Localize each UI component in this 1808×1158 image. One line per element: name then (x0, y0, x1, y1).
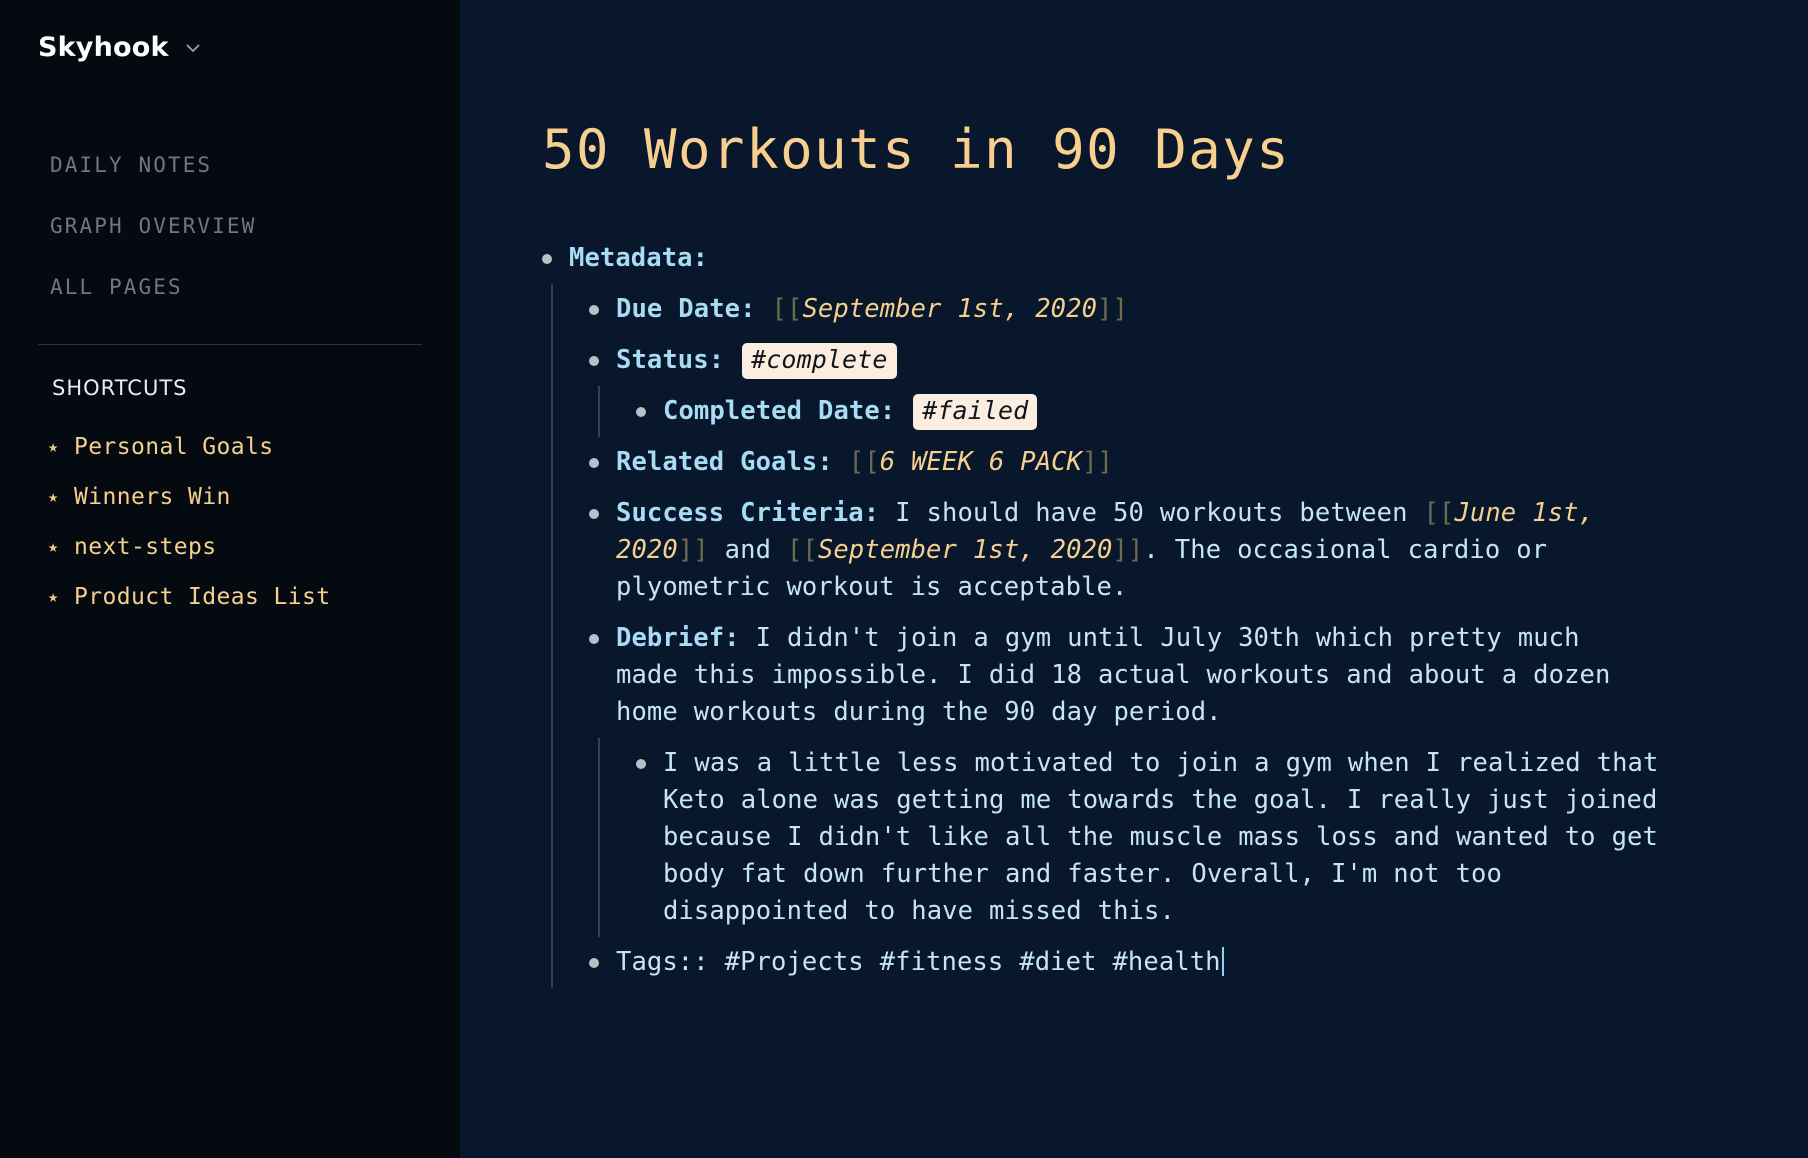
related-goals-label: Related Goals: (616, 447, 833, 477)
link-open-bracket: [[ (1423, 498, 1455, 528)
tags-text[interactable]: Tags:: #Projects #fitness #diet #health (616, 944, 1224, 981)
bullet-icon[interactable] (589, 356, 599, 366)
success-criteria-label: Success Criteria: (616, 498, 880, 528)
block-text[interactable]: Completed Date: #failed (663, 393, 1039, 430)
link-open-bracket: [[ (786, 535, 818, 565)
debrief-text: I didn't join a gym until July 30th whic… (616, 623, 1611, 727)
bullet-icon[interactable] (589, 509, 599, 519)
link-open-bracket: [[ (771, 294, 803, 324)
block-row[interactable]: Metadata: (542, 233, 1748, 284)
block-due-date: Due Date: [[September 1st, 2020]] (589, 284, 1748, 335)
block-row[interactable]: Debrief: I didn't join a gym until July … (589, 613, 1748, 738)
bullet-icon[interactable] (636, 759, 646, 769)
shortcut-item-winners-win[interactable]: ★ Winners Win (0, 472, 460, 522)
main-content: 50 Workouts in 90 Days Metadata: Due Dat… (460, 0, 1808, 1158)
link-close-bracket: ]] (1097, 294, 1128, 324)
block-completed-date: Completed Date: #failed (636, 386, 1748, 437)
sidebar-item-graph-overview[interactable]: GRAPH OVERVIEW (0, 196, 460, 257)
chevron-down-icon[interactable] (183, 38, 203, 58)
shortcuts-list: ★ Personal Goals ★ Winners Win ★ next-st… (0, 422, 460, 622)
shortcuts-header: SHORTCUTS (52, 376, 188, 400)
bullet-icon[interactable] (589, 458, 599, 468)
note-page: 50 Workouts in 90 Days Metadata: Due Dat… (460, 0, 1808, 988)
block-text[interactable]: Status: #complete (616, 342, 899, 379)
star-icon: ★ (48, 536, 59, 557)
sidebar-nav: DAILY NOTES GRAPH OVERVIEW ALL PAGES (0, 135, 460, 318)
page-link-september-1st-2020[interactable]: September 1st, 2020 (802, 294, 1097, 324)
status-label: Status: (616, 345, 725, 375)
block-related-goals: Related Goals: [[6 WEEK 6 PACK]] (589, 437, 1748, 488)
bullet-icon[interactable] (589, 958, 599, 968)
sidebar: Skyhook DAILY NOTES GRAPH OVERVIEW ALL P… (0, 0, 460, 1158)
block-row[interactable]: I was a little less motivated to join a … (636, 738, 1748, 937)
block-tags: Tags:: #Projects #fitness #diet #health (589, 937, 1748, 988)
block-row[interactable]: Completed Date: #failed (636, 386, 1748, 437)
tag-complete[interactable]: #complete (742, 343, 897, 379)
shortcut-label: Winners Win (74, 484, 231, 510)
text-cursor (1221, 947, 1224, 976)
link-open-bracket: [[ (848, 447, 880, 477)
page-title[interactable]: 50 Workouts in 90 Days (542, 118, 1748, 181)
shortcut-item-next-steps[interactable]: ★ next-steps (0, 522, 460, 572)
children-status: Completed Date: #failed (598, 386, 1748, 437)
metadata-label: Metadata: (569, 243, 709, 273)
block-row[interactable]: Tags:: #Projects #fitness #diet #health (589, 937, 1748, 988)
debrief-child-text[interactable]: I was a little less motivated to join a … (663, 745, 1673, 930)
shortcut-item-personal-goals[interactable]: ★ Personal Goals (0, 422, 460, 472)
block-row[interactable]: Due Date: [[September 1st, 2020]] (589, 284, 1748, 335)
page-link-september-1st-2020[interactable]: September 1st, 2020 (818, 535, 1113, 565)
sidebar-item-daily-notes[interactable]: DAILY NOTES (0, 135, 460, 196)
link-close-bracket: ]] (677, 535, 709, 565)
block-metadata: Metadata: Due Date: [[September 1st, 202… (542, 233, 1748, 988)
app-root: Skyhook DAILY NOTES GRAPH OVERVIEW ALL P… (0, 0, 1808, 1158)
debrief-label: Debrief: (616, 623, 740, 653)
block-debrief-note: I was a little less motivated to join a … (636, 738, 1748, 937)
star-icon: ★ (48, 486, 59, 507)
shortcut-label: Personal Goals (74, 434, 274, 460)
page-link-6-week-6-pack[interactable]: 6 WEEK 6 PACK (880, 447, 1082, 477)
success-criteria-text-2: and (708, 535, 787, 565)
block-text[interactable]: Related Goals: [[6 WEEK 6 PACK]] (616, 444, 1113, 481)
block-success-criteria: Success Criteria: I should have 50 worko… (589, 488, 1748, 613)
workspace-switcher[interactable]: Skyhook (0, 26, 460, 63)
children-metadata: Due Date: [[September 1st, 2020]] Status… (551, 284, 1748, 988)
bullet-icon[interactable] (636, 407, 646, 417)
bullet-icon[interactable] (589, 305, 599, 315)
success-criteria-text-1: I should have 50 workouts between (879, 498, 1424, 528)
shortcut-item-product-ideas-list[interactable]: ★ Product Ideas List (0, 572, 460, 622)
block-status: Status: #complete Completed Date: #faile… (589, 335, 1748, 437)
block-text[interactable]: Debrief: I didn't join a gym until July … (616, 620, 1626, 731)
sidebar-item-all-pages[interactable]: ALL PAGES (0, 257, 460, 318)
bullet-icon[interactable] (542, 254, 552, 264)
due-date-label: Due Date: (616, 294, 756, 324)
star-icon: ★ (48, 586, 59, 607)
completed-date-label: Completed Date: (663, 396, 896, 426)
link-close-bracket: ]] (1082, 447, 1113, 477)
shortcut-label: Product Ideas List (74, 584, 331, 610)
block-row[interactable]: Success Criteria: I should have 50 worko… (589, 488, 1748, 613)
block-debrief: Debrief: I didn't join a gym until July … (589, 613, 1748, 937)
children-debrief: I was a little less motivated to join a … (598, 738, 1748, 937)
block-text[interactable]: Due Date: [[September 1st, 2020]] (616, 291, 1128, 328)
workspace-name: Skyhook (38, 32, 169, 63)
star-icon: ★ (48, 436, 59, 457)
block-text[interactable]: Success Criteria: I should have 50 worko… (616, 495, 1626, 606)
block-row[interactable]: Related Goals: [[6 WEEK 6 PACK]] (589, 437, 1748, 488)
block-row[interactable]: Status: #complete (589, 335, 1748, 386)
bullet-icon[interactable] (589, 634, 599, 644)
link-close-bracket: ]] (1112, 535, 1144, 565)
block-text[interactable]: Metadata: (569, 240, 708, 277)
tags-value: Tags:: #Projects #fitness #diet #health (616, 947, 1221, 977)
tag-failed[interactable]: #failed (913, 394, 1038, 430)
shortcut-label: next-steps (74, 534, 217, 560)
